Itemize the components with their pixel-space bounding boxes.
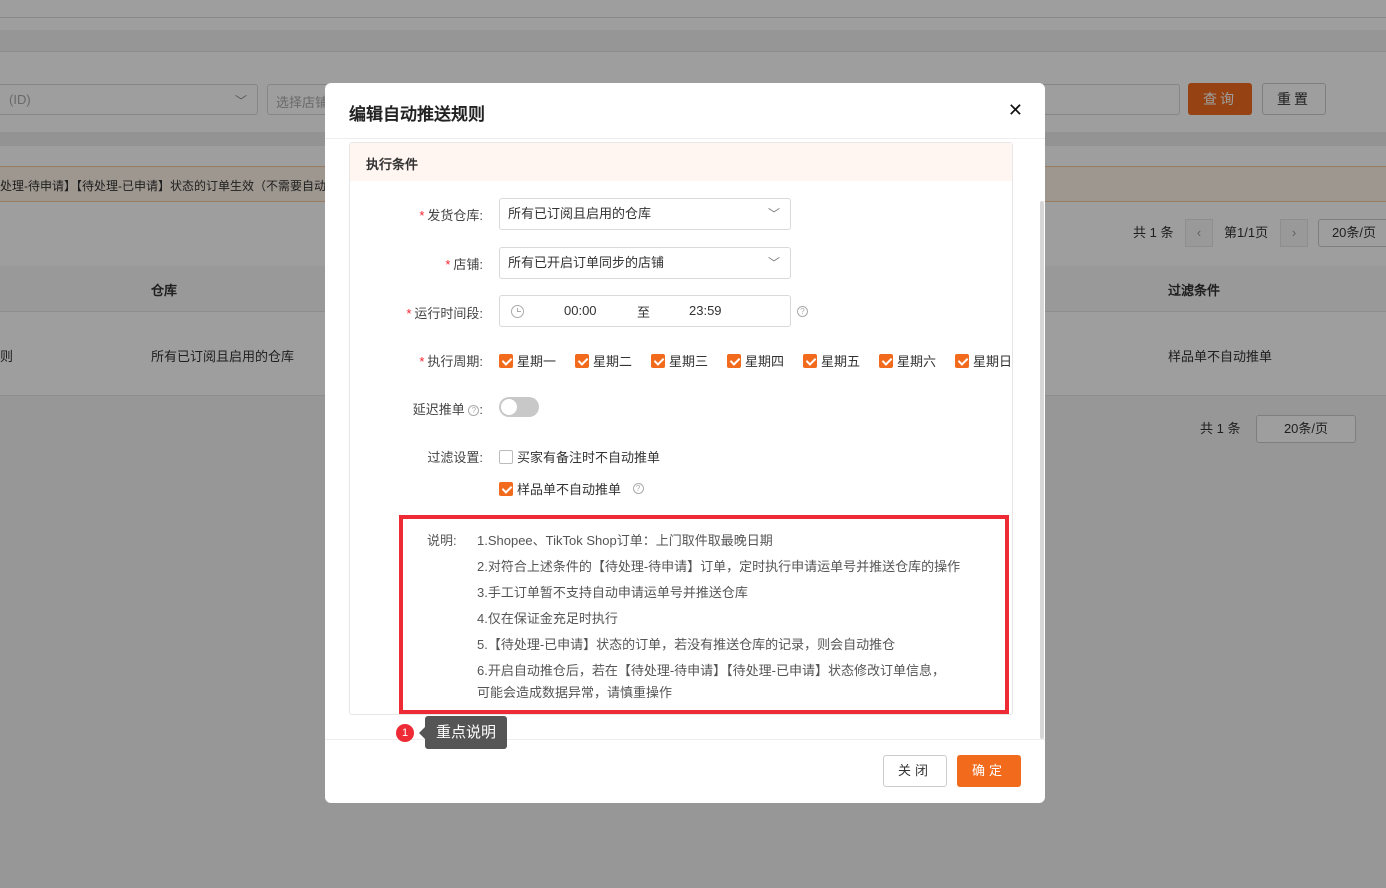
time-label: * 运行时间段: [406, 306, 483, 321]
note-line: 1.Shopee、TikTok Shop订单：上门取件取最晚日期 [477, 533, 773, 548]
checkbox-checked-icon [879, 353, 893, 368]
notes-highlight-box: 说明: 1.Shopee、TikTok Shop订单：上门取件取最晚日期 2.对… [399, 515, 1009, 714]
store-label: * 店铺: [445, 257, 483, 272]
checkbox-checked-icon [955, 353, 969, 368]
note-line: 6.开启自动推仓后，若在【待处理-待申请】【待处理-已申请】状态修改订单信息， [477, 663, 946, 678]
time-start[interactable]: 00:00 [564, 303, 597, 318]
checkbox-checked-icon [575, 353, 589, 368]
help-icon[interactable]: ? [468, 405, 480, 417]
note-line: 5.【待处理-已申请】状态的订单，若没有推送仓库的记录，则会自动推仓 [477, 637, 896, 652]
checkbox-friday[interactable]: 星期五 [803, 351, 860, 370]
checkbox-checked-icon [651, 353, 665, 368]
time-range-picker[interactable]: 00:00 至 23:59 [499, 295, 791, 327]
scrollbar[interactable] [1040, 201, 1044, 739]
store-select[interactable]: 所有已开启订单同步的店铺 ﹀ [499, 247, 791, 279]
warehouse-select[interactable]: 所有已订阅且启用的仓库 ﹀ [499, 198, 791, 230]
checkbox-thursday[interactable]: 星期四 [727, 351, 784, 370]
annotation-marker: 1 [396, 724, 414, 742]
note-line: 2.对符合上述条件的【待处理-待申请】订单，定时执行申请运单号并推送仓库的操作 [477, 559, 961, 574]
time-end[interactable]: 23:59 [689, 303, 722, 318]
checkbox-sunday[interactable]: 星期日 [955, 351, 1012, 370]
dialog-title: 编辑自动推送规则 [349, 105, 485, 124]
checkbox-checked-icon [499, 481, 513, 496]
checkbox-checked-icon [727, 353, 741, 368]
cycle-label: * 执行周期: [419, 354, 483, 369]
delay-toggle[interactable] [499, 397, 539, 417]
divider [325, 138, 1045, 139]
note-line: 可能会造成数据异常，请慎重操作 [477, 685, 673, 700]
notes-label: 说明: [427, 533, 457, 548]
checkbox-sample-order[interactable]: 样品单不自动推单 ? [499, 479, 644, 498]
checkbox-saturday[interactable]: 星期六 [879, 351, 936, 370]
confirm-button[interactable]: 确定 [957, 755, 1021, 787]
checkbox-tuesday[interactable]: 星期二 [575, 351, 632, 370]
weekday-checkboxes: 星期一 星期二 星期三 星期四 星期五 星期六 星期日 [499, 351, 1019, 369]
note-line: 4.仅在保证金充足时执行 [477, 611, 618, 626]
checkbox-unchecked-icon [499, 449, 513, 464]
help-icon[interactable]: ? [797, 306, 808, 317]
checkbox-checked-icon [499, 353, 513, 368]
note-line: 3.手工订单暂不支持自动申请运单号并推送仓库 [477, 585, 748, 600]
filter-label: 过滤设置: [427, 450, 483, 465]
chevron-down-icon: ﹀ [767, 207, 780, 221]
checkbox-buyer-note[interactable]: 买家有备注时不自动推单 [499, 447, 660, 466]
close-button[interactable]: 关闭 [883, 755, 947, 787]
checkbox-checked-icon [803, 353, 817, 368]
section-title: 执行条件 [350, 143, 1012, 181]
delay-label: 延迟推单 ?: [412, 402, 483, 417]
close-icon[interactable]: ✕ [1008, 100, 1023, 121]
time-separator: 至 [637, 305, 651, 320]
help-icon[interactable]: ? [632, 483, 644, 494]
annotation-tooltip: 重点说明 [419, 716, 507, 749]
chevron-down-icon: ﹀ [767, 256, 780, 270]
checkbox-wednesday[interactable]: 星期三 [651, 351, 708, 370]
warehouse-label: * 发货仓库: [419, 208, 483, 223]
edit-rule-dialog: 编辑自动推送规则 ✕ 执行条件 * 发货仓库: 所有已订阅且启用的仓库 ﹀ * 店铺… [325, 83, 1045, 803]
clock-icon [511, 305, 524, 318]
checkbox-monday[interactable]: 星期一 [499, 351, 556, 370]
